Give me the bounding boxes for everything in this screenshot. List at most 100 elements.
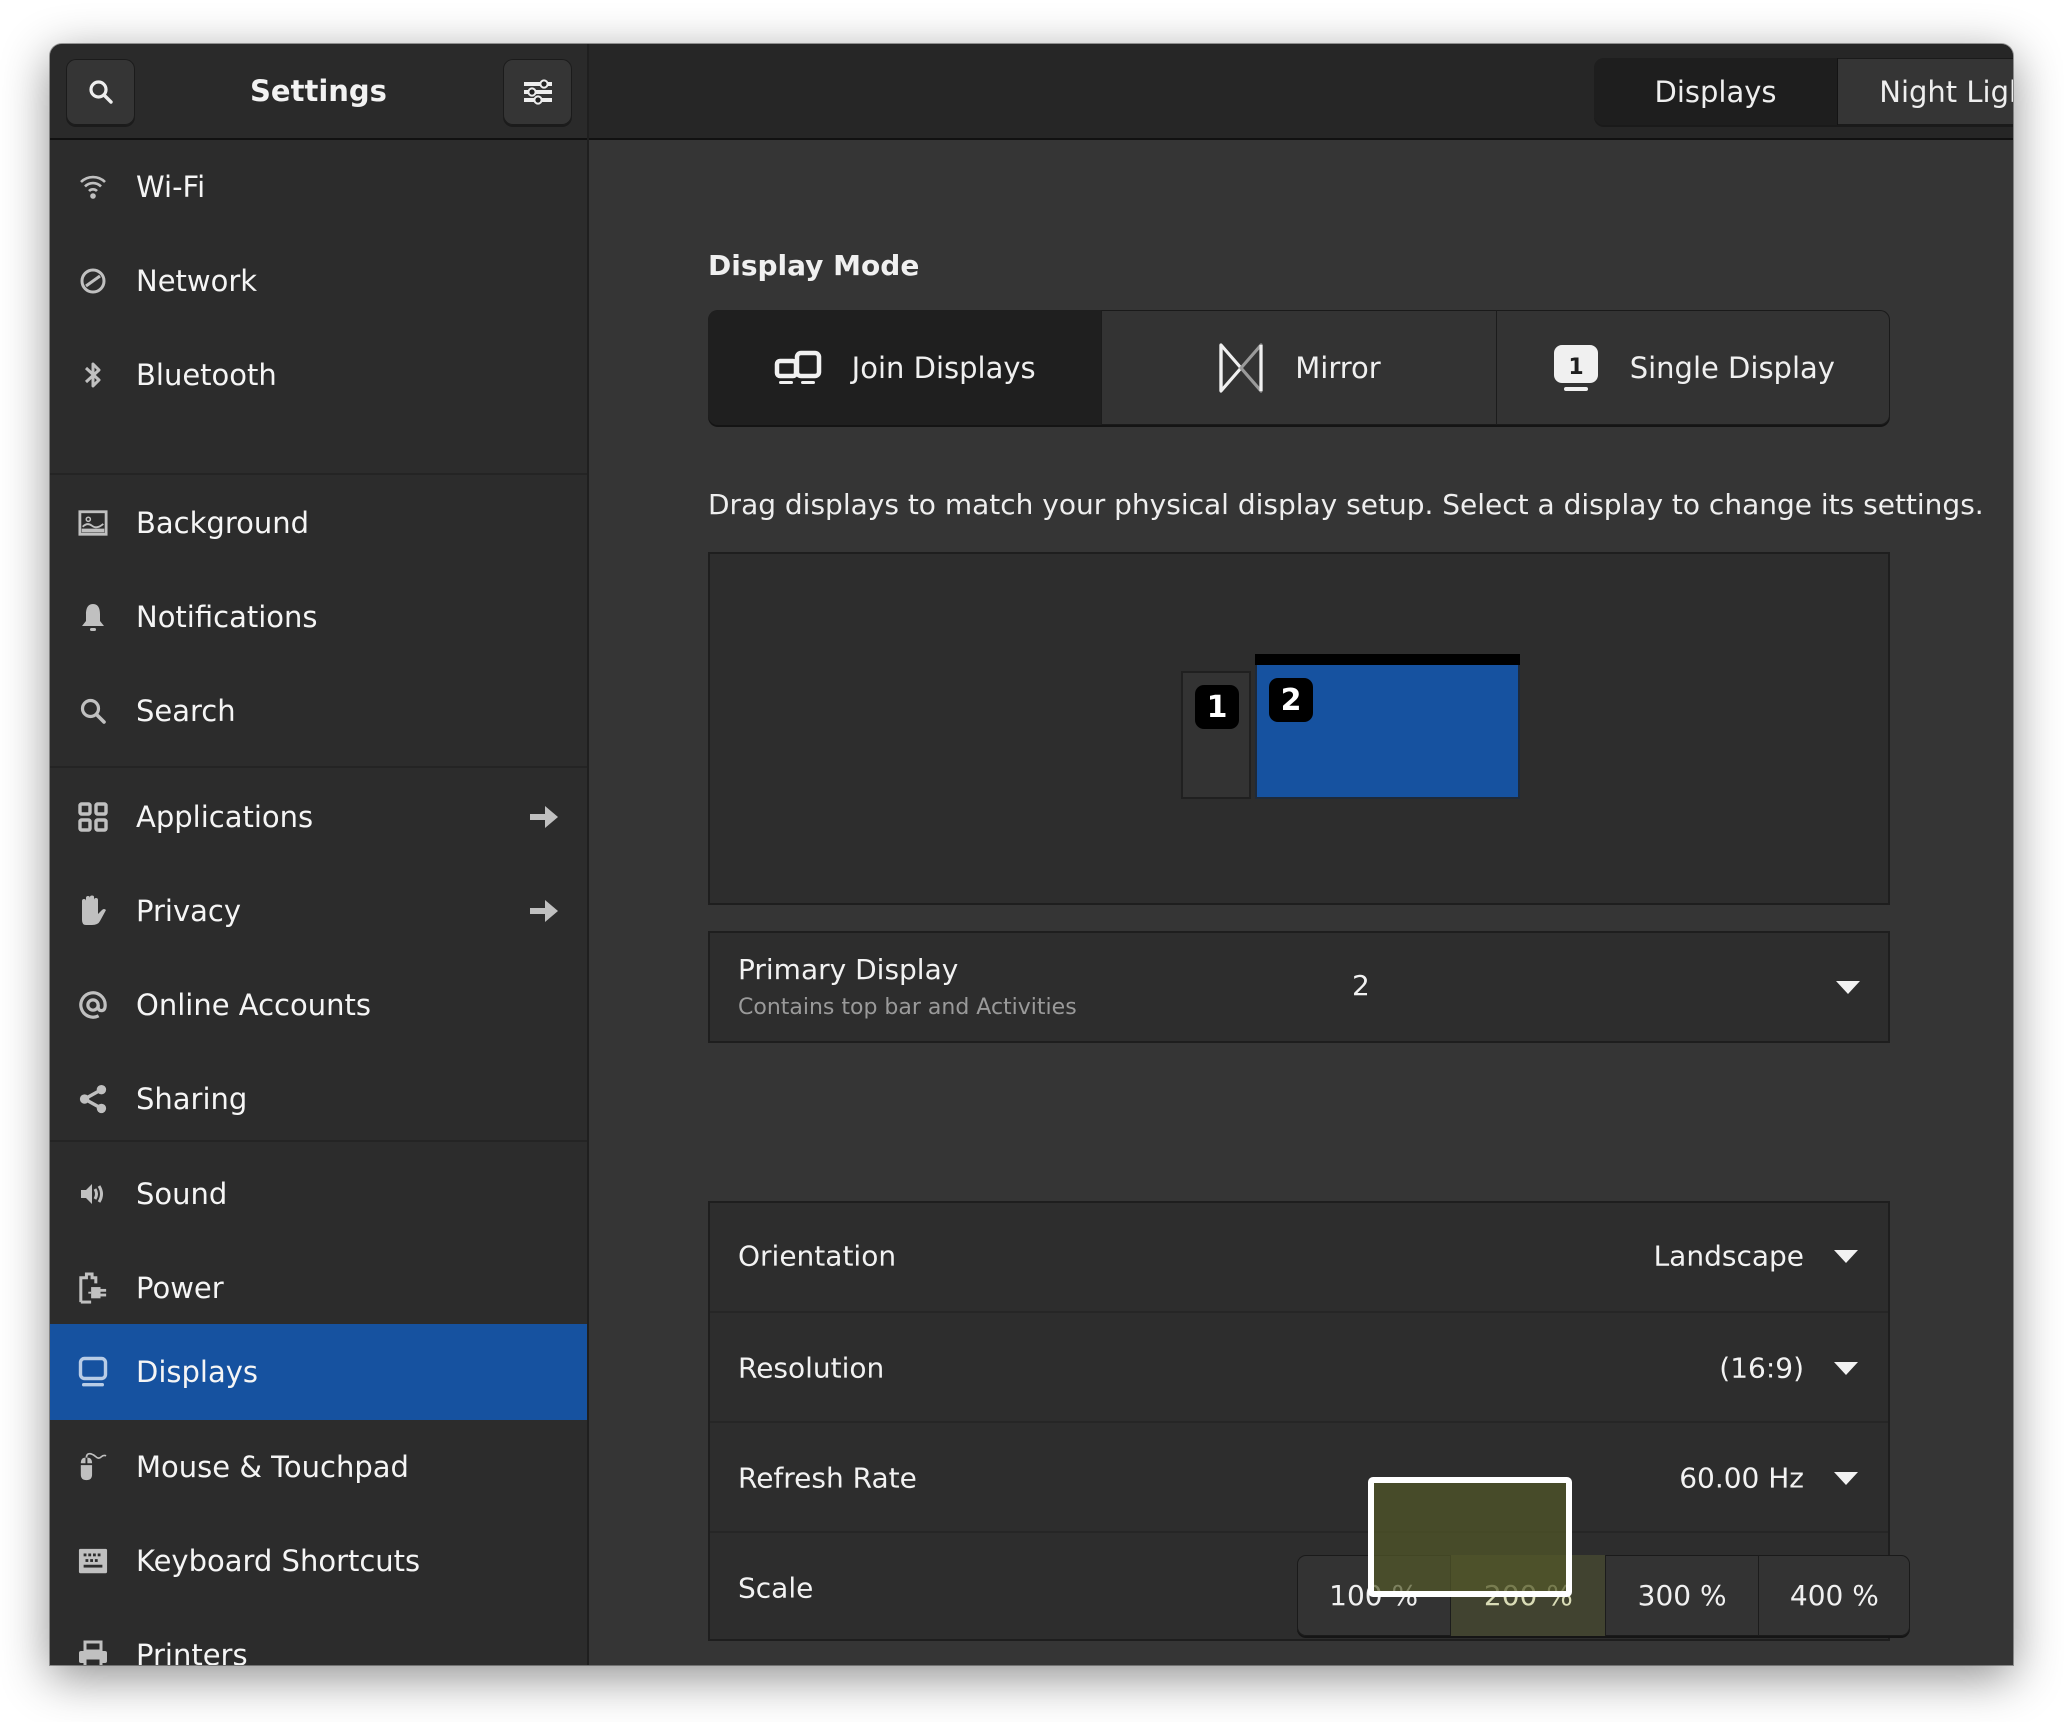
search-button[interactable] [66, 59, 135, 125]
dropdown-caret-icon [1834, 1472, 1858, 1485]
mirror-icon [1219, 342, 1263, 393]
sidebar-item-power[interactable]: Power [50, 1241, 587, 1335]
share-icon [78, 1084, 108, 1114]
resolution-row[interactable]: Resolution (16:9) [710, 1311, 1888, 1423]
display-mode-title: Display Mode [708, 249, 920, 282]
sidebar-item-label: Printers [136, 1638, 248, 1665]
dropdown-caret-icon [1834, 1250, 1858, 1263]
join-displays-label: Join Displays [851, 350, 1036, 385]
refresh-rate-label: Refresh Rate [738, 1461, 917, 1495]
arrow-right-icon [530, 806, 558, 828]
single-display-label: Single Display [1629, 350, 1835, 385]
apps-grid-icon [78, 802, 108, 832]
primary-display-label: Primary Display [738, 953, 959, 986]
sidebar-item-search[interactable]: Search [50, 664, 587, 758]
sidebar-item-mouse-touchpad[interactable]: Mouse & Touchpad [50, 1420, 587, 1514]
sidebar-item-label: Search [136, 694, 236, 728]
printer-icon [78, 1640, 108, 1665]
tab-displays[interactable]: Displays [1594, 58, 1838, 125]
image-icon [78, 508, 108, 538]
orientation-row[interactable]: Orientation Landscape [710, 1201, 1888, 1311]
join-displays-icon [774, 350, 821, 384]
sidebar-item-bluetooth[interactable]: Bluetooth [50, 328, 587, 422]
tab-night-light[interactable]: Night Light [1838, 58, 2013, 125]
arrangement-hint: Drag displays to match your physical dis… [708, 488, 1984, 521]
sidebar-item-label: Network [136, 264, 258, 298]
search-icon [78, 696, 108, 726]
sidebar-item-label: Privacy [136, 894, 241, 928]
display-arrangement-area[interactable]: 1 2 [708, 552, 1890, 905]
sidebar-item-wifi[interactable]: Wi-Fi [50, 140, 587, 234]
sidebar-item-label: Background [136, 506, 310, 540]
sidebar-headerbar: Settings [50, 44, 587, 140]
view-switcher: Displays Night Light [1594, 58, 2013, 125]
sidebar-item-online-accounts[interactable]: Online Accounts [50, 958, 587, 1052]
sidebar-item-privacy[interactable]: Privacy [50, 864, 587, 958]
sidebar-item-notifications[interactable]: Notifications [50, 570, 587, 664]
primary-display-row[interactable]: Primary Display Contains top bar and Act… [708, 931, 1890, 1043]
displays-page: Display Mode Join Displays Mirror 1 Sing… [589, 140, 2013, 1665]
arrow-right-icon [530, 900, 558, 922]
sidebar-item-sharing[interactable]: Sharing [50, 1052, 587, 1146]
sidebar-separator [50, 1140, 587, 1142]
primary-display-subtitle: Contains top bar and Activities [738, 995, 1077, 1020]
resolution-value: (16:9) [1719, 1351, 1804, 1385]
join-displays-button[interactable]: Join Displays [708, 310, 1102, 425]
orientation-label: Orientation [738, 1239, 897, 1273]
mouse-icon [78, 1452, 108, 1482]
bell-icon [78, 602, 108, 632]
sidebar-item-label: Power [136, 1271, 224, 1305]
scale-200-button[interactable]: 200 % [1450, 1555, 1606, 1636]
sidebar: Wi-Fi Network Bluetooth Background Notif… [50, 140, 587, 1665]
pane-separator [587, 44, 589, 1665]
mirror-button[interactable]: Mirror [1101, 310, 1495, 425]
sidebar-item-printers[interactable]: Printers [50, 1608, 587, 1665]
sidebar-item-label: Online Accounts [136, 988, 371, 1022]
sidebar-item-label: Displays [136, 1355, 259, 1389]
display-2-badge: 2 [1269, 678, 1313, 722]
sidebar-item-label: Notifications [136, 600, 318, 634]
keyboard-icon [78, 1546, 108, 1576]
sidebar-separator [50, 766, 587, 768]
refresh-rate-value: 60.00 Hz [1679, 1461, 1804, 1495]
mirror-label: Mirror [1295, 350, 1381, 385]
display-mode-selector: Join Displays Mirror 1 Single Display [708, 310, 1890, 425]
scale-label: Scale [738, 1571, 814, 1605]
scale-selector: 100 % 200 % 300 % 400 % [1297, 1555, 1910, 1636]
sidebar-item-label: Wi-Fi [136, 170, 206, 204]
sidebar-item-displays[interactable]: Displays [50, 1324, 587, 1420]
sidebar-item-label: Sound [136, 1177, 228, 1211]
monitor-settings: Orientation Landscape Resolution (16:9) … [708, 1201, 1910, 1643]
scale-400-button[interactable]: 400 % [1757, 1555, 1910, 1636]
refresh-rate-row[interactable]: Refresh Rate 60.00 Hz [710, 1421, 1888, 1533]
sidebar-item-applications[interactable]: Applications [50, 770, 587, 864]
sidebar-item-keyboard-shortcuts[interactable]: Keyboard Shortcuts [50, 1514, 587, 1608]
display-2-thumbnail[interactable]: 2 [1255, 654, 1520, 799]
single-display-badge: 1 [1568, 355, 1583, 380]
sidebar-item-sound[interactable]: Sound [50, 1147, 587, 1241]
scale-row: Scale 100 % 200 % 300 % 400 % [710, 1531, 1910, 1643]
main-menu-button[interactable] [503, 59, 572, 125]
orientation-value: Landscape [1653, 1239, 1804, 1273]
scale-300-button[interactable]: 300 % [1605, 1555, 1757, 1636]
resolution-label: Resolution [738, 1351, 885, 1385]
display-1-badge: 1 [1195, 685, 1239, 729]
primary-display-value: 2 [1352, 969, 1370, 1002]
sidebar-item-network[interactable]: Network [50, 234, 587, 328]
sidebar-item-label: Mouse & Touchpad [136, 1450, 409, 1484]
battery-plug-icon [78, 1272, 108, 1304]
primary-topbar-indicator [1255, 654, 1520, 665]
sidebar-item-background[interactable]: Background [50, 476, 587, 570]
scale-100-button[interactable]: 100 % [1297, 1555, 1450, 1636]
sidebar-item-label: Keyboard Shortcuts [136, 1544, 421, 1578]
sidebar-item-label: Applications [136, 800, 314, 834]
at-icon [78, 990, 108, 1020]
network-icon [78, 266, 108, 296]
wifi-icon [78, 172, 108, 202]
dropdown-caret-icon [1834, 1362, 1858, 1375]
dropdown-caret-icon [1836, 981, 1860, 994]
speaker-icon [78, 1179, 108, 1209]
single-display-button[interactable]: 1 Single Display [1495, 310, 1890, 425]
sidebar-separator [50, 473, 587, 475]
display-1-thumbnail[interactable]: 1 [1181, 671, 1251, 799]
